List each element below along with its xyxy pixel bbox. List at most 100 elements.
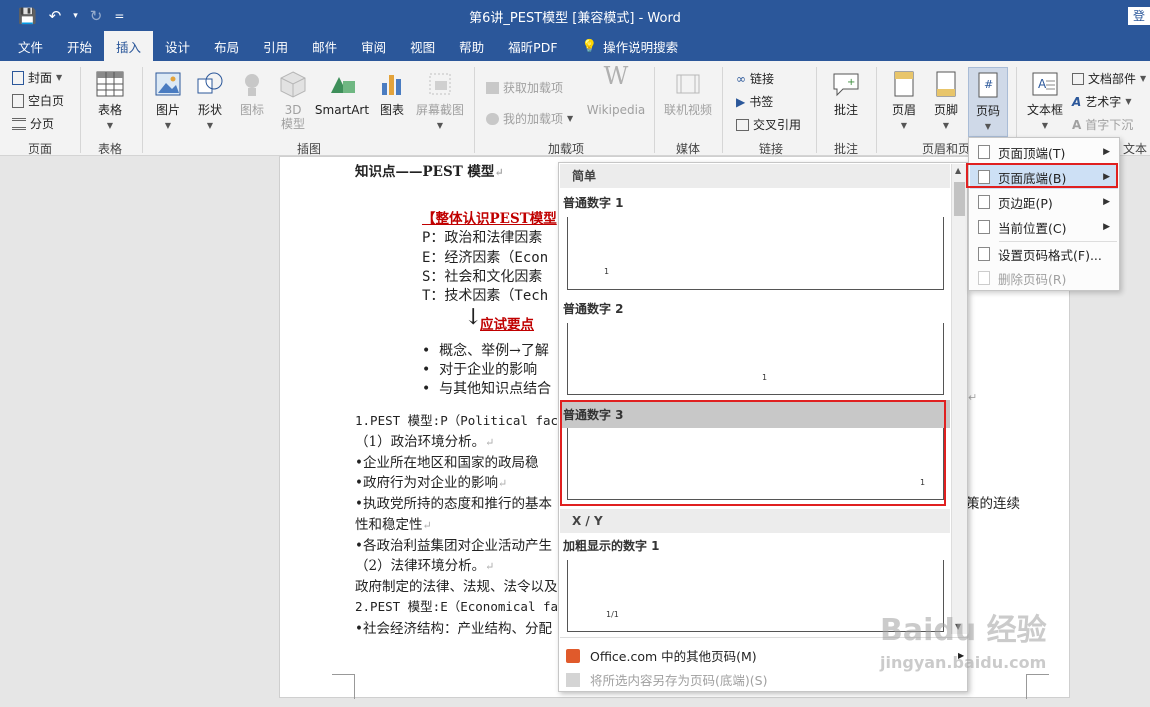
footer-icon bbox=[936, 71, 956, 97]
login-button[interactable]: 登 bbox=[1128, 7, 1150, 25]
menu-item-format-page-numbers[interactable]: 设置页码格式(F)... bbox=[970, 242, 1118, 266]
menu-item-bottom-of-page[interactable]: 页面底端(B) ▶ bbox=[970, 165, 1118, 189]
blank-page-button[interactable]: 空白页 bbox=[12, 92, 64, 109]
gallery-scrollbar[interactable]: ▲ ▼ bbox=[951, 164, 967, 634]
svg-text:A: A bbox=[1038, 77, 1047, 91]
menu-item-top-of-page[interactable]: 页面顶端(T) ▶ bbox=[970, 140, 1118, 164]
drop-cap-button[interactable]: A 首字下沉 bbox=[1072, 116, 1133, 133]
doc-heading: 知识点——PEST 模型↵ bbox=[355, 164, 504, 180]
shapes-icon bbox=[197, 72, 223, 94]
cover-page-button[interactable]: 封面 ▼ bbox=[12, 69, 62, 86]
doc-line-3: •企业所在地区和国家的政局稳 bbox=[355, 455, 539, 471]
my-addins-button[interactable]: 我的加载项 ▼ bbox=[486, 110, 573, 127]
tab-layout[interactable]: 布局 bbox=[202, 31, 251, 61]
tab-help[interactable]: 帮助 bbox=[447, 31, 496, 61]
gallery-item-plain-number-2[interactable]: 1 bbox=[567, 323, 944, 395]
tab-mailings[interactable]: 邮件 bbox=[300, 31, 349, 61]
table-button[interactable]: 表格 ▼ bbox=[88, 69, 132, 133]
table-icon bbox=[96, 71, 124, 97]
scroll-up-icon[interactable]: ▲ bbox=[955, 166, 961, 175]
get-addins-button[interactable]: 获取加载项 bbox=[486, 79, 563, 96]
header-icon bbox=[894, 71, 914, 97]
chevron-down-icon: ▼ bbox=[1125, 97, 1132, 106]
paragraph-mark: ↵ bbox=[968, 391, 978, 404]
wikipedia-icon: W bbox=[603, 62, 629, 90]
group-label-comments: 批注 bbox=[833, 142, 858, 156]
chevron-down-icon: ▼ bbox=[106, 121, 114, 130]
current-position-icon bbox=[978, 220, 990, 234]
remove-page-number-icon bbox=[978, 271, 990, 285]
online-video-button[interactable]: 联机视频 bbox=[662, 69, 714, 117]
menu-item-label: 页面底端(B) bbox=[998, 170, 1067, 186]
blank-page-label: 空白页 bbox=[28, 94, 65, 108]
doc-line-7: •各政治利益集团对企业活动产生 bbox=[355, 538, 552, 554]
bookmark-icon: ▶ bbox=[736, 94, 746, 109]
icons-label: 图标 bbox=[239, 103, 264, 117]
page-bottom-icon bbox=[978, 170, 990, 184]
menu-item-page-margins[interactable]: 页边距(P) ▶ bbox=[970, 190, 1118, 214]
doc-line-6: 性和稳定性↵ bbox=[355, 517, 432, 533]
group-divider bbox=[654, 67, 655, 153]
page-top-icon bbox=[978, 145, 990, 159]
page-number-label: 页码 bbox=[975, 104, 1000, 118]
shapes-button[interactable]: 形状 ▼ bbox=[192, 69, 228, 133]
doc-line-1: 1.PEST 模型:P（Political fact bbox=[355, 413, 566, 428]
picture-label: 图片 bbox=[155, 103, 180, 117]
picture-icon bbox=[155, 72, 181, 96]
watermark-url: jingyan.baidu.com bbox=[880, 653, 1047, 672]
chevron-down-icon: ▼ bbox=[1041, 121, 1049, 130]
picture-button[interactable]: 图片 ▼ bbox=[150, 69, 186, 133]
menu-item-label: 设置页码格式(F)... bbox=[998, 247, 1102, 263]
comment-label: 批注 bbox=[833, 103, 858, 117]
screenshot-label: 屏幕截图 bbox=[415, 103, 464, 117]
wikipedia-button[interactable]: W Wikipedia bbox=[585, 62, 647, 117]
doc-exam-points: 应试要点 bbox=[480, 317, 534, 333]
chart-button[interactable]: 图表 bbox=[374, 69, 410, 117]
page-margin-icon bbox=[978, 195, 990, 209]
more-page-numbers-command[interactable]: Office.com 中的其他页码(M) ▶ bbox=[566, 646, 964, 665]
cover-page-label: 封面 bbox=[28, 71, 53, 85]
svg-text:#: # bbox=[984, 78, 993, 91]
footer-button[interactable]: 页脚 ▼ bbox=[926, 69, 966, 133]
tab-insert[interactable]: 插入 bbox=[104, 31, 154, 61]
tab-view[interactable]: 视图 bbox=[398, 31, 447, 61]
textbox-button[interactable]: A 文本框 ▼ bbox=[1022, 69, 1068, 133]
page-number-icon: # bbox=[978, 72, 998, 98]
gallery-item-plain-number-3[interactable]: 1 bbox=[567, 428, 944, 500]
save-gallery-icon bbox=[566, 672, 580, 687]
smartart-button[interactable]: SmartArt bbox=[314, 69, 370, 117]
3d-model-button[interactable]: 3D 模型 bbox=[274, 69, 312, 131]
tab-foxit-pdf[interactable]: 福昕PDF bbox=[496, 31, 569, 61]
tab-design[interactable]: 设计 bbox=[153, 31, 202, 61]
screenshot-button[interactable]: 屏幕截图 ▼ bbox=[412, 69, 468, 133]
icons-button[interactable]: 图标 bbox=[234, 69, 270, 117]
tab-references[interactable]: 引用 bbox=[251, 31, 300, 61]
lightbulb-icon[interactable]: 💡 bbox=[570, 31, 600, 61]
save-selection-command[interactable]: 将所选内容另存为页码(底端)(S) bbox=[566, 670, 767, 689]
table-label: 表格 bbox=[97, 103, 122, 117]
link-label: 链接 bbox=[750, 72, 775, 86]
header-button[interactable]: 页眉 ▼ bbox=[884, 69, 924, 133]
gallery-item-plain-number-1[interactable]: 1 bbox=[567, 217, 944, 290]
tell-me-search[interactable]: 操作说明搜索 bbox=[599, 31, 690, 61]
group-divider bbox=[816, 67, 817, 153]
wordart-button[interactable]: A 艺术字 ▼ bbox=[1072, 93, 1131, 110]
video-icon bbox=[676, 74, 700, 94]
link-button[interactable]: ∞ 链接 bbox=[736, 70, 774, 87]
comment-button[interactable]: + 批注 bbox=[826, 69, 866, 117]
scrollbar-thumb[interactable] bbox=[954, 182, 965, 216]
page-number-button[interactable]: # 页码 ▼ bbox=[968, 67, 1008, 137]
office-icon bbox=[566, 648, 580, 663]
page-break-button[interactable]: 分页 bbox=[12, 115, 54, 132]
gallery-item-label: 普通数字 2 bbox=[563, 302, 624, 316]
tab-file[interactable]: 文件 bbox=[6, 31, 55, 61]
page-number-preview: 1/1 bbox=[606, 610, 619, 619]
gallery-section-xy: X / Y bbox=[560, 509, 950, 533]
menu-item-remove-page-numbers[interactable]: 删除页码(R) bbox=[970, 266, 1118, 290]
cross-reference-button[interactable]: 交叉引用 bbox=[736, 116, 801, 133]
bookmark-button[interactable]: ▶ 书签 bbox=[736, 93, 773, 110]
tab-review[interactable]: 审阅 bbox=[349, 31, 398, 61]
menu-item-current-position[interactable]: 当前位置(C) ▶ bbox=[970, 215, 1118, 239]
tab-home[interactable]: 开始 bbox=[55, 31, 104, 61]
quick-parts-button[interactable]: 文档部件 ▼ bbox=[1072, 70, 1146, 87]
